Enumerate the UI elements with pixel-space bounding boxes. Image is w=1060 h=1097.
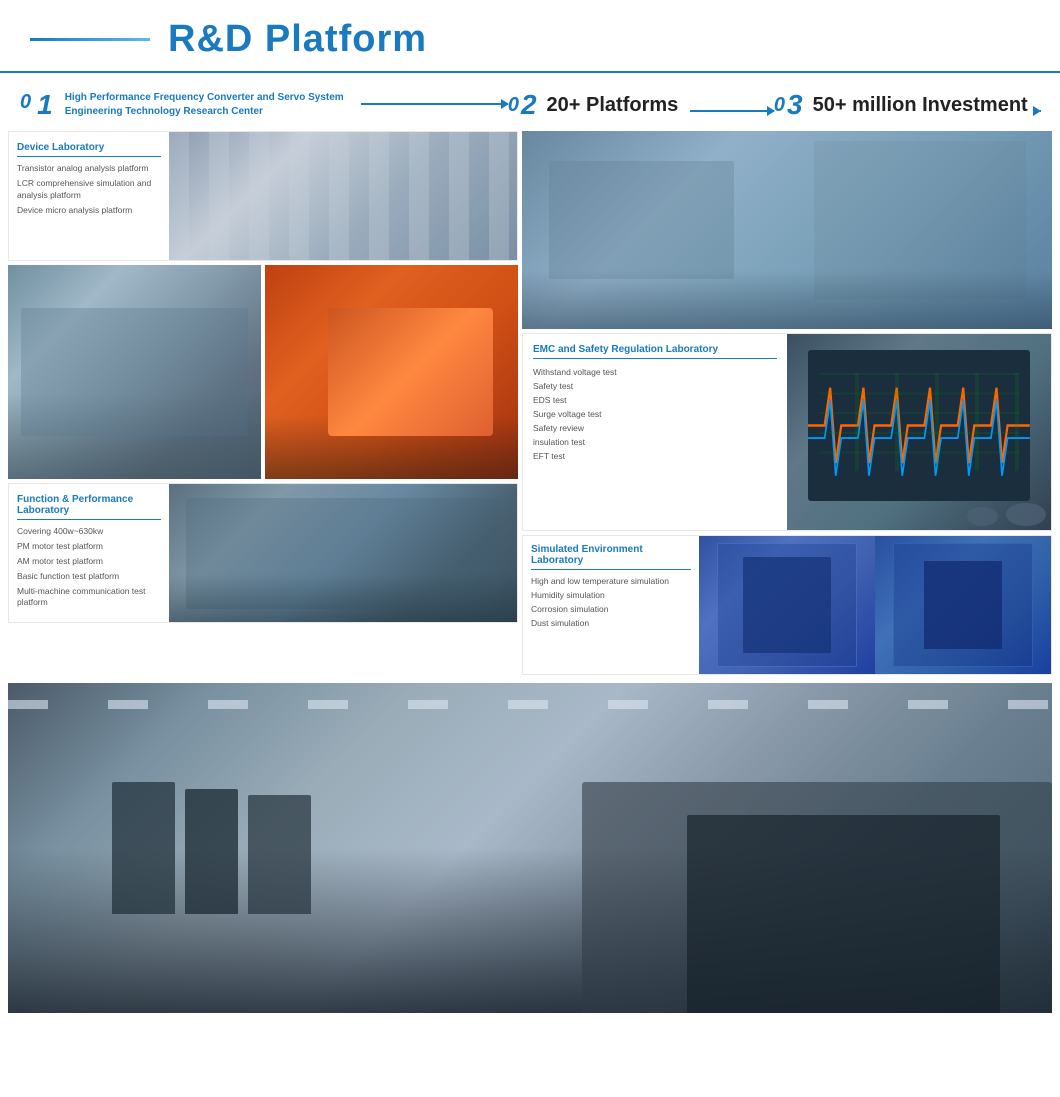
badge-02: 0 2 20+ Platforms [508,91,774,119]
sim-env-panel: Simulated Environment Laboratory High an… [522,535,1052,675]
sim-env-info: Simulated Environment Laboratory High an… [523,536,699,674]
device-lab-item-0: Transistor analog analysis platform [17,163,161,175]
emc-item-1: Safety test [533,381,777,391]
mid-grid: Device Laboratory Transistor analog anal… [8,131,1052,675]
two-images-row [8,265,518,479]
right-section: EMC and Safety Regulation Laboratory Wit… [522,131,1052,675]
function-lab-item-2: AM motor test platform [17,556,161,568]
device-lab-item-2: Device micro analysis platform [17,205,161,217]
function-lab-image [169,484,517,622]
sim-env-item-3: Dust simulation [531,618,691,628]
sim-env-title: Simulated Environment Laboratory [531,544,691,570]
emc-item-0: Withstand voltage test [533,367,777,377]
env-photo-1 [699,536,875,674]
emc-item-5: insulation test [533,437,777,447]
main-content: Device Laboratory Transistor analog anal… [0,131,1060,1021]
lab-person-photo [522,131,1052,329]
function-lab-title: Function & Performance Laboratory [17,494,161,520]
emc-item-2: EDS test [533,395,777,405]
sim-env-item-2: Corrosion simulation [531,604,691,614]
device-lab-image [169,132,517,260]
emc-panel: EMC and Safety Regulation Laboratory Wit… [522,333,1052,531]
oscilloscope-image [787,334,1051,530]
emc-item-6: EFT test [533,451,777,461]
emc-info: EMC and Safety Regulation Laboratory Wit… [523,334,787,530]
badge-01-text: High Performance Frequency Converter and… [65,91,345,119]
badge-01-num: 1 [37,91,53,119]
badge-01: 0 1 High Performance Frequency Converter… [20,91,508,119]
bottom-full-image [8,683,1052,1013]
badge-02-zero: 0 [508,94,519,117]
emc-title: EMC and Safety Regulation Laboratory [533,344,777,359]
device-lab-item-1: LCR comprehensive simulation and analysi… [17,178,161,202]
sim-env-item-0: High and low temperature simulation [531,576,691,586]
badge-02-text: 20+ Platforms [547,92,679,118]
badge-03: 0 3 50+ million Investment [774,91,1040,119]
right-top-image [522,131,1052,329]
sim-env-item-1: Humidity simulation [531,590,691,600]
bottom-lab-photo [8,683,1052,1013]
device-lab-info: Device Laboratory Transistor analog anal… [9,132,169,260]
header-decoration-line [30,38,150,41]
env-image-2 [875,536,1051,674]
lab-floor-photo [8,265,261,479]
page-header: R&D Platform [0,0,1060,73]
badge-03-zero: 0 [774,94,785,117]
function-lab-item-3: Basic function test platform [17,571,161,583]
badge-03-text: 50+ million Investment [813,92,1028,118]
badge-03-num: 3 [787,91,803,119]
function-lab-photo [169,484,517,622]
function-lab-item-1: PM motor test platform [17,541,161,553]
page-title: R&D Platform [168,18,427,61]
device-lab-panel: Device Laboratory Transistor analog anal… [8,131,518,261]
device-lab-photo [169,132,517,260]
section-badges-row: 0 1 High Performance Frequency Converter… [0,83,1060,131]
device-lab-title: Device Laboratory [17,142,161,157]
function-lab-info: Function & Performance Laboratory Coveri… [9,484,169,622]
emc-item-3: Surge voltage test [533,409,777,419]
env-image-1 [699,536,875,674]
function-lab-panel: Function & Performance Laboratory Coveri… [8,483,518,623]
emc-item-4: Safety review [533,423,777,433]
function-lab-item-0: Covering 400w~630kw [17,526,161,538]
badge-02-num: 2 [521,91,537,119]
badge-01-zero: 0 [20,91,31,114]
orange-machine-photo [265,265,518,479]
function-lab-item-4: Multi-machine communication test platfor… [17,586,161,610]
left-section: Device Laboratory Transistor analog anal… [8,131,518,675]
env-photo-2 [875,536,1051,674]
